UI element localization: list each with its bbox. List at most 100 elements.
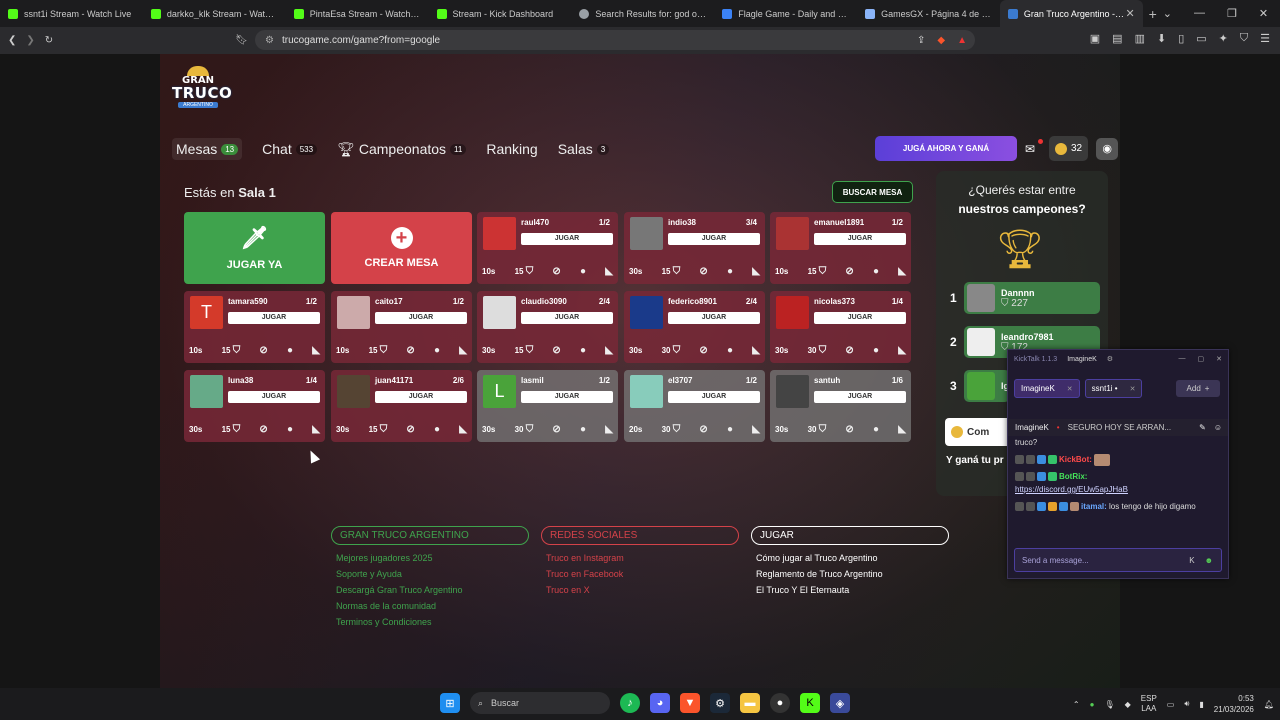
footer-link[interactable]: Soporte y Ayuda	[336, 569, 529, 579]
language-indicator[interactable]: ESP LAA	[1141, 694, 1157, 714]
clock[interactable]: 0:53 21/03/2026	[1214, 693, 1254, 715]
footer-link[interactable]: Terminos y Condiciones	[336, 617, 529, 627]
url-bar[interactable]: ⚙ trucogame.com/game?from=google ⇪ ◆ ▲	[255, 30, 975, 50]
join-table-button[interactable]: JUGAR	[668, 233, 760, 245]
nav-salas[interactable]: Salas 3	[558, 141, 610, 157]
rank-row[interactable]: 1 Dannnn ⛉ 227	[950, 282, 1100, 314]
chevron-down-icon[interactable]: ⌄	[1163, 7, 1172, 20]
add-chat-button[interactable]: Add +	[1176, 380, 1220, 397]
user-avatar[interactable]: ◉	[1096, 137, 1119, 160]
table-card[interactable]: juan41171 2/6 JUGAR 30s 15 ⛉ ⊘ ● ◣	[331, 370, 472, 442]
coins-balance[interactable]: 32	[1049, 136, 1089, 161]
table-card[interactable]: luna38 1/4 JUGAR 30s 15 ⛉ ⊘ ● ◣	[184, 370, 325, 442]
close-icon[interactable]: ✕	[1259, 7, 1268, 20]
table-card[interactable]: indio38 3/4 JUGAR 30s 15 ⛉ ⊘ ● ◣	[624, 212, 765, 284]
footer-link[interactable]: Mejores jugadores 2025	[336, 553, 529, 563]
pin-icon[interactable]: ✎	[1199, 423, 1206, 432]
bookmark-icon[interactable]: 🔖︎	[235, 35, 248, 46]
footer-link[interactable]: Reglamento de Truco Argentino	[756, 569, 949, 579]
join-table-button[interactable]: JUGAR	[228, 391, 320, 403]
close-icon[interactable]: ✕	[1067, 385, 1073, 393]
vpn-icon[interactable]: ⛉	[1240, 32, 1248, 45]
taskbar-search[interactable]: ⌕ Buscar	[470, 692, 610, 714]
join-table-button[interactable]: JUGAR	[668, 312, 760, 324]
sidebar-icon[interactable]: ▯	[1178, 32, 1184, 45]
battery-icon[interactable]: ▮	[1199, 700, 1203, 709]
steam-icon[interactable]: ⚙	[710, 693, 730, 713]
minimize-icon[interactable]: —	[1179, 355, 1186, 363]
forward-icon[interactable]: ❯	[26, 35, 34, 46]
reload-icon[interactable]: ↻	[45, 35, 53, 46]
table-card[interactable]: Ttamara590 1/2 JUGAR 10s 15 ⛉ ⊘ ● ◣	[184, 291, 325, 363]
close-tab-icon[interactable]: ✕	[1126, 7, 1135, 20]
leo-icon[interactable]: ✦	[1219, 32, 1228, 45]
play-and-win-button[interactable]: JUGÁ AHORA Y GANÁ	[875, 136, 1017, 161]
brave-rewards-icon[interactable]: ▲	[957, 35, 967, 46]
browser-tab[interactable]: darkko_klk Stream - Watch Live	[143, 0, 286, 27]
gear-icon[interactable]: ⚙	[1107, 355, 1113, 363]
kick-icon[interactable]: K	[800, 693, 820, 713]
windows-start-icon[interactable]: ⊞	[440, 693, 460, 713]
table-card[interactable]: federico8901 2/4 JUGAR 30s 30 ⛉ ⊘ ● ◣	[624, 291, 765, 363]
browser-tab[interactable]: Search Results for: god of war	[571, 0, 714, 27]
site-logo[interactable]: GRAN TRUCO ARGENTINO	[172, 66, 232, 120]
browser-tab[interactable]: ssnt1i Stream - Watch Live	[0, 0, 143, 27]
minimize-icon[interactable]: —	[1194, 7, 1205, 20]
tray-app-icon[interactable]: ◆	[1125, 700, 1131, 709]
browser-tab[interactable]: Flagle Game - Daily and Unlim	[714, 0, 857, 27]
table-card[interactable]: santuh 1/6 JUGAR 30s 30 ⛉ ⊘ ● ◣	[770, 370, 911, 442]
compete-button[interactable]: Com	[945, 418, 1015, 446]
download-icon[interactable]: ⬇	[1157, 32, 1166, 45]
discord-icon[interactable]: ◕	[650, 693, 670, 713]
maximize-icon[interactable]: ❐	[1227, 7, 1237, 20]
join-table-button[interactable]: JUGAR	[814, 312, 906, 324]
emoji-icon[interactable]: ☻	[1205, 556, 1213, 565]
footer-link[interactable]: Cómo jugar al Truco Argentino	[756, 553, 949, 563]
tray-app-icon[interactable]: ●	[1090, 700, 1095, 709]
obs-icon[interactable]: ●	[770, 693, 790, 713]
brave-icon[interactable]: ▼	[680, 693, 700, 713]
extension-icon[interactable]: ▥	[1135, 32, 1145, 45]
footer-link[interactable]: Normas de la comunidad	[336, 601, 529, 611]
nav-mesas[interactable]: Mesas 13	[172, 138, 243, 160]
spotify-icon[interactable]: ♪	[620, 693, 640, 713]
table-card[interactable]: Llasmil 1/2 JUGAR 30s 30 ⛉ ⊘ ● ◣	[477, 370, 618, 442]
browser-tab[interactable]: Stream - Kick Dashboard	[429, 0, 572, 27]
site-settings-icon[interactable]: ⚙	[265, 35, 274, 46]
close-icon[interactable]: ✕	[1216, 355, 1222, 363]
menu-icon[interactable]: ☰	[1260, 32, 1270, 45]
browser-tab[interactable]: GamesGX - Página 4 de 256 -	[857, 0, 1000, 27]
table-card[interactable]: caito17 1/2 JUGAR 10s 15 ⛉ ⊘ ● ◣	[331, 291, 472, 363]
volume-icon[interactable]: 🔊︎	[1184, 699, 1189, 709]
extension-icon[interactable]: ▤	[1112, 32, 1122, 45]
table-card[interactable]: nicolas373 1/4 JUGAR 30s 30 ⛉ ⊘ ● ◣	[770, 291, 911, 363]
folder-icon[interactable]: ▬	[740, 693, 760, 713]
brave-shield-icon[interactable]: ◆	[937, 35, 945, 46]
join-table-button[interactable]: JUGAR	[375, 312, 467, 324]
table-card[interactable]: claudio3090 2/4 JUGAR 30s 15 ⛉ ⊘ ● ◣	[477, 291, 618, 363]
footer-link[interactable]: El Truco Y El Eternauta	[756, 585, 949, 595]
rank-row[interactable]: 3 Ig	[950, 370, 1010, 402]
nav-ranking[interactable]: Ranking	[486, 141, 537, 157]
mail-icon[interactable]: ✉	[1025, 138, 1043, 156]
maximize-icon[interactable]: ▢	[1198, 355, 1205, 363]
share-icon[interactable]: ⇪	[917, 35, 925, 46]
join-table-button[interactable]: JUGAR	[521, 391, 613, 403]
join-table-button[interactable]: JUGAR	[668, 391, 760, 403]
wallet-icon[interactable]: ▭	[1196, 32, 1206, 45]
nav-chat[interactable]: Chat 533	[262, 141, 318, 157]
kick-emote-icon[interactable]: K	[1189, 556, 1194, 565]
chat-link[interactable]: https://discord.gg/EUw5apJHaB	[1015, 485, 1128, 494]
create-table-button[interactable]: + CREAR MESA	[331, 212, 472, 284]
user-icon[interactable]: ☺	[1214, 423, 1222, 432]
browser-tab-active[interactable]: Gran Truco Argentino - Ju ✕	[999, 0, 1143, 27]
search-table-button[interactable]: BUSCAR MESA	[832, 181, 913, 203]
table-card[interactable]: raul470 1/2 JUGAR 10s 15 ⛉ ⊘ ● ◣	[477, 212, 618, 284]
join-table-button[interactable]: JUGAR	[814, 233, 906, 245]
app-icon[interactable]: ◈	[830, 693, 850, 713]
footer-link[interactable]: Truco en Instagram	[546, 553, 739, 563]
play-now-button[interactable]: 🗡︎ JUGAR YA	[184, 212, 325, 284]
join-table-button[interactable]: JUGAR	[228, 312, 320, 324]
nav-campeonatos[interactable]: 🏆︎ Campeonatos 11	[337, 141, 467, 158]
browser-tab[interactable]: PintaEsa Stream - Watch Live	[286, 0, 429, 27]
